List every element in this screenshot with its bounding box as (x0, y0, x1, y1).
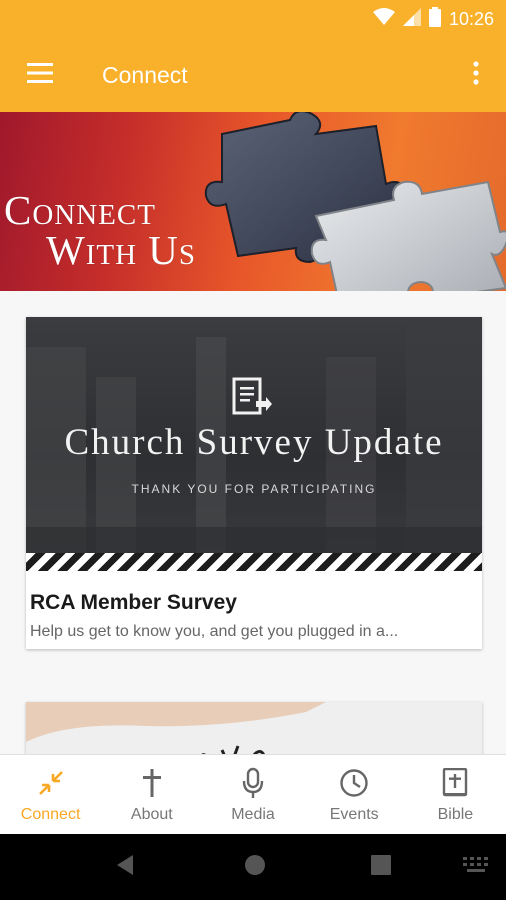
nav-item-media[interactable]: Media (202, 755, 303, 834)
overflow-menu-button[interactable] (446, 38, 506, 112)
keyboard-icon (463, 856, 489, 878)
app-screen: 10:26 Connect Connect With Us Church Sur… (0, 0, 506, 900)
back-triangle-icon (115, 854, 135, 881)
bible-icon (442, 766, 468, 800)
card-image-subtitle: THANK YOU FOR PARTICIPATING (131, 482, 377, 496)
document-arrow-icon (232, 377, 272, 422)
card-image: Church Survey Update THANK YOU FOR PARTI… (26, 317, 482, 571)
signal-icon (402, 7, 421, 31)
main-content[interactable]: Connect With Us Church Survey Update THA… (0, 112, 506, 754)
nav-label-about: About (130, 805, 173, 823)
status-bar: 10:26 (0, 0, 506, 38)
nav-item-bible[interactable]: Bible (405, 755, 506, 834)
card-2-image (26, 702, 482, 754)
nav-item-events[interactable]: Events (304, 755, 405, 834)
survey-card[interactable]: Church Survey Update THANK YOU FOR PARTI… (26, 317, 482, 649)
status-time: 10:26 (448, 8, 494, 29)
hero-line-1: Connect (4, 187, 156, 233)
cross-icon (141, 766, 163, 800)
wifi-icon (372, 7, 395, 31)
hamburger-icon (27, 62, 53, 88)
card-image-title: Church Survey Update (64, 422, 444, 463)
battery-icon (428, 6, 441, 32)
more-vertical-icon (473, 60, 479, 90)
home-button[interactable] (240, 834, 270, 900)
striped-border (26, 553, 482, 571)
hero-heading: Connect With Us (4, 187, 196, 273)
second-card[interactable] (26, 702, 482, 754)
recents-button[interactable] (366, 834, 396, 900)
card-description: Help us get to know you, and get you plu… (30, 623, 399, 640)
nav-label-events: Events (329, 805, 379, 823)
card-title: RCA Member Survey (30, 591, 237, 614)
hero-line-2: With Us (46, 227, 196, 273)
nav-item-about[interactable]: About (101, 755, 202, 834)
app-bar: Connect (0, 38, 506, 112)
system-navigation-bar (0, 834, 506, 900)
connect-arrows-icon (36, 766, 66, 800)
nav-label-connect: Connect (20, 805, 81, 823)
nav-label-media: Media (231, 805, 275, 823)
back-button[interactable] (110, 834, 140, 900)
keyboard-button[interactable] (460, 834, 492, 900)
nav-item-connect[interactable]: Connect (0, 755, 101, 834)
nav-label-bible: Bible (437, 805, 474, 823)
hero-banner[interactable]: Connect With Us (0, 112, 506, 291)
clock-icon (339, 766, 369, 800)
page-title: Connect (102, 61, 188, 88)
microphone-icon (241, 766, 265, 800)
menu-button[interactable] (0, 38, 80, 112)
recents-square-icon (371, 854, 391, 880)
bottom-navigation: Connect About Media Events Bible (0, 754, 506, 834)
home-circle-icon (244, 854, 266, 881)
